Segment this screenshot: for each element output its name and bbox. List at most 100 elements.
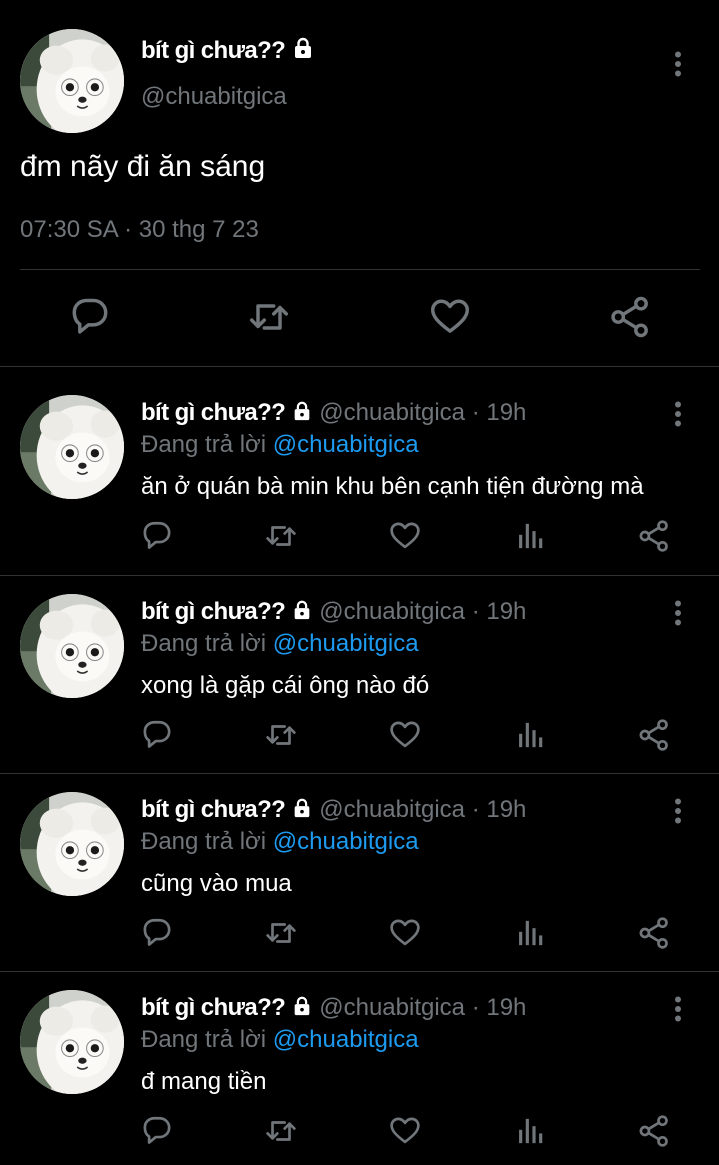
views-icon — [519, 722, 543, 748]
reply-icon — [143, 1116, 171, 1144]
retweet-button[interactable] — [264, 517, 298, 555]
author-handle[interactable]: @chuabitgica — [141, 83, 287, 111]
share-button[interactable] — [608, 292, 652, 342]
mention-link[interactable]: @chuabitgica — [273, 630, 419, 657]
share-button[interactable] — [637, 517, 671, 555]
views-icon — [519, 920, 543, 946]
like-icon — [390, 522, 420, 549]
avatar[interactable] — [20, 990, 124, 1094]
views-icon — [519, 523, 543, 549]
more-icon[interactable] — [674, 798, 682, 824]
views-button[interactable] — [513, 914, 547, 952]
reply-icon — [143, 720, 171, 748]
tweet-actions — [0, 292, 719, 348]
more-icon[interactable] — [674, 401, 682, 427]
reply-button[interactable] — [140, 1112, 174, 1150]
like-button[interactable] — [388, 914, 422, 952]
views-button[interactable] — [513, 1112, 547, 1150]
retweet-icon — [266, 526, 296, 546]
retweet-icon — [266, 923, 296, 943]
author-name-text[interactable]: bít gì chưa?? — [141, 37, 286, 64]
author-name[interactable]: bít gì chưa?? — [141, 598, 286, 625]
reply-icon — [143, 521, 171, 549]
handle-time[interactable]: @chuabitgica · 19h — [319, 994, 526, 1021]
tweet-text: xong là gặp cái ông nào đó — [141, 672, 430, 699]
like-button[interactable] — [388, 517, 422, 555]
avatar[interactable] — [20, 594, 124, 698]
tweet-text: đ mang tiền — [141, 1068, 267, 1095]
tweet-timestamp[interactable]: 07:30 SA · 30 thg 7 23 — [20, 216, 259, 244]
share-button[interactable] — [637, 716, 671, 754]
retweet-icon — [266, 725, 296, 745]
replying-to-label: Đang trả lời — [141, 630, 267, 657]
replying-to: Đang trả lời @chuabitgica — [141, 431, 419, 459]
views-icon — [519, 1118, 543, 1144]
reply-tweet[interactable]: bít gì chưa?? @chuabitgica · 19h Đang trả… — [0, 764, 719, 961]
reply-tweet[interactable]: bít gì chưa?? @chuabitgica · 19h Đang trả… — [0, 566, 719, 763]
views-button[interactable] — [513, 517, 547, 555]
main-tweet: bít gì chưa?? @chuabitgica đm nãy đi ăn … — [0, 0, 719, 366]
mention-link[interactable]: @chuabitgica — [273, 431, 419, 458]
lock-icon — [294, 600, 310, 620]
share-icon — [639, 917, 668, 949]
reply-button[interactable] — [140, 914, 174, 952]
reply-button[interactable] — [140, 716, 174, 754]
author-name[interactable]: bít gì chưa?? — [141, 399, 286, 426]
views-button[interactable] — [513, 716, 547, 754]
retweet-button[interactable] — [264, 1112, 298, 1150]
share-icon — [611, 296, 648, 338]
reply-button[interactable] — [140, 517, 174, 555]
reply-tweet[interactable]: bít gì chưa?? @chuabitgica · 19h Đang trả… — [0, 962, 719, 1159]
replying-to: Đang trả lời @chuabitgica — [141, 630, 419, 658]
reply-tweet[interactable]: bít gì chưa?? @chuabitgica · 19h Đang trả… — [0, 367, 719, 564]
divider — [20, 269, 700, 270]
retweet-button[interactable] — [247, 292, 291, 342]
retweet-icon — [266, 1121, 296, 1141]
avatar[interactable] — [20, 29, 124, 133]
mention-link[interactable]: @chuabitgica — [273, 1026, 419, 1053]
avatar[interactable] — [20, 395, 124, 499]
replying-to-label: Đang trả lời — [141, 431, 267, 458]
reply-header: bít gì chưa?? @chuabitgica · 19h — [141, 796, 526, 824]
retweet-icon — [249, 304, 289, 330]
lock-icon — [294, 798, 310, 818]
share-icon — [639, 1115, 668, 1147]
replying-to-label: Đang trả lời — [141, 828, 267, 855]
reply-icon — [72, 298, 108, 334]
share-button[interactable] — [637, 914, 671, 952]
author-name[interactable]: bít gì chưa?? — [141, 36, 315, 65]
more-icon[interactable] — [674, 996, 682, 1022]
reply-header: bít gì chưa?? @chuabitgica · 19h — [141, 994, 526, 1022]
handle-time[interactable]: @chuabitgica · 19h — [319, 399, 526, 426]
tweet-text: đm nãy đi ăn sáng — [20, 150, 266, 183]
tweet-text: ăn ở quán bà min khu bên cạnh tiện đường… — [141, 473, 644, 500]
reply-header: bít gì chưa?? @chuabitgica · 19h — [141, 399, 526, 427]
like-button[interactable] — [388, 1112, 422, 1150]
like-button[interactable] — [428, 292, 472, 342]
mention-link[interactable]: @chuabitgica — [273, 828, 419, 855]
handle-time[interactable]: @chuabitgica · 19h — [319, 796, 526, 823]
retweet-button[interactable] — [264, 914, 298, 952]
like-button[interactable] — [388, 716, 422, 754]
handle-time[interactable]: @chuabitgica · 19h — [319, 598, 526, 625]
reply-button[interactable] — [68, 292, 112, 342]
reply-header: bít gì chưa?? @chuabitgica · 19h — [141, 598, 526, 626]
like-icon — [390, 721, 420, 748]
share-button[interactable] — [637, 1112, 671, 1150]
retweet-button[interactable] — [264, 716, 298, 754]
tweet-actions — [0, 914, 719, 954]
tweet-actions — [0, 716, 719, 756]
tweet-actions — [0, 1112, 719, 1152]
share-icon — [639, 719, 668, 751]
tweet-actions — [0, 517, 719, 557]
replying-to-label: Đang trả lời — [141, 1026, 267, 1053]
replying-to: Đang trả lời @chuabitgica — [141, 828, 419, 856]
avatar[interactable] — [20, 792, 124, 896]
replying-to: Đang trả lời @chuabitgica — [141, 1026, 419, 1054]
like-icon — [390, 1117, 420, 1144]
author-name[interactable]: bít gì chưa?? — [141, 994, 286, 1021]
more-icon[interactable] — [674, 600, 682, 626]
author-name[interactable]: bít gì chưa?? — [141, 796, 286, 823]
like-icon — [390, 919, 420, 946]
more-icon[interactable] — [674, 51, 682, 77]
